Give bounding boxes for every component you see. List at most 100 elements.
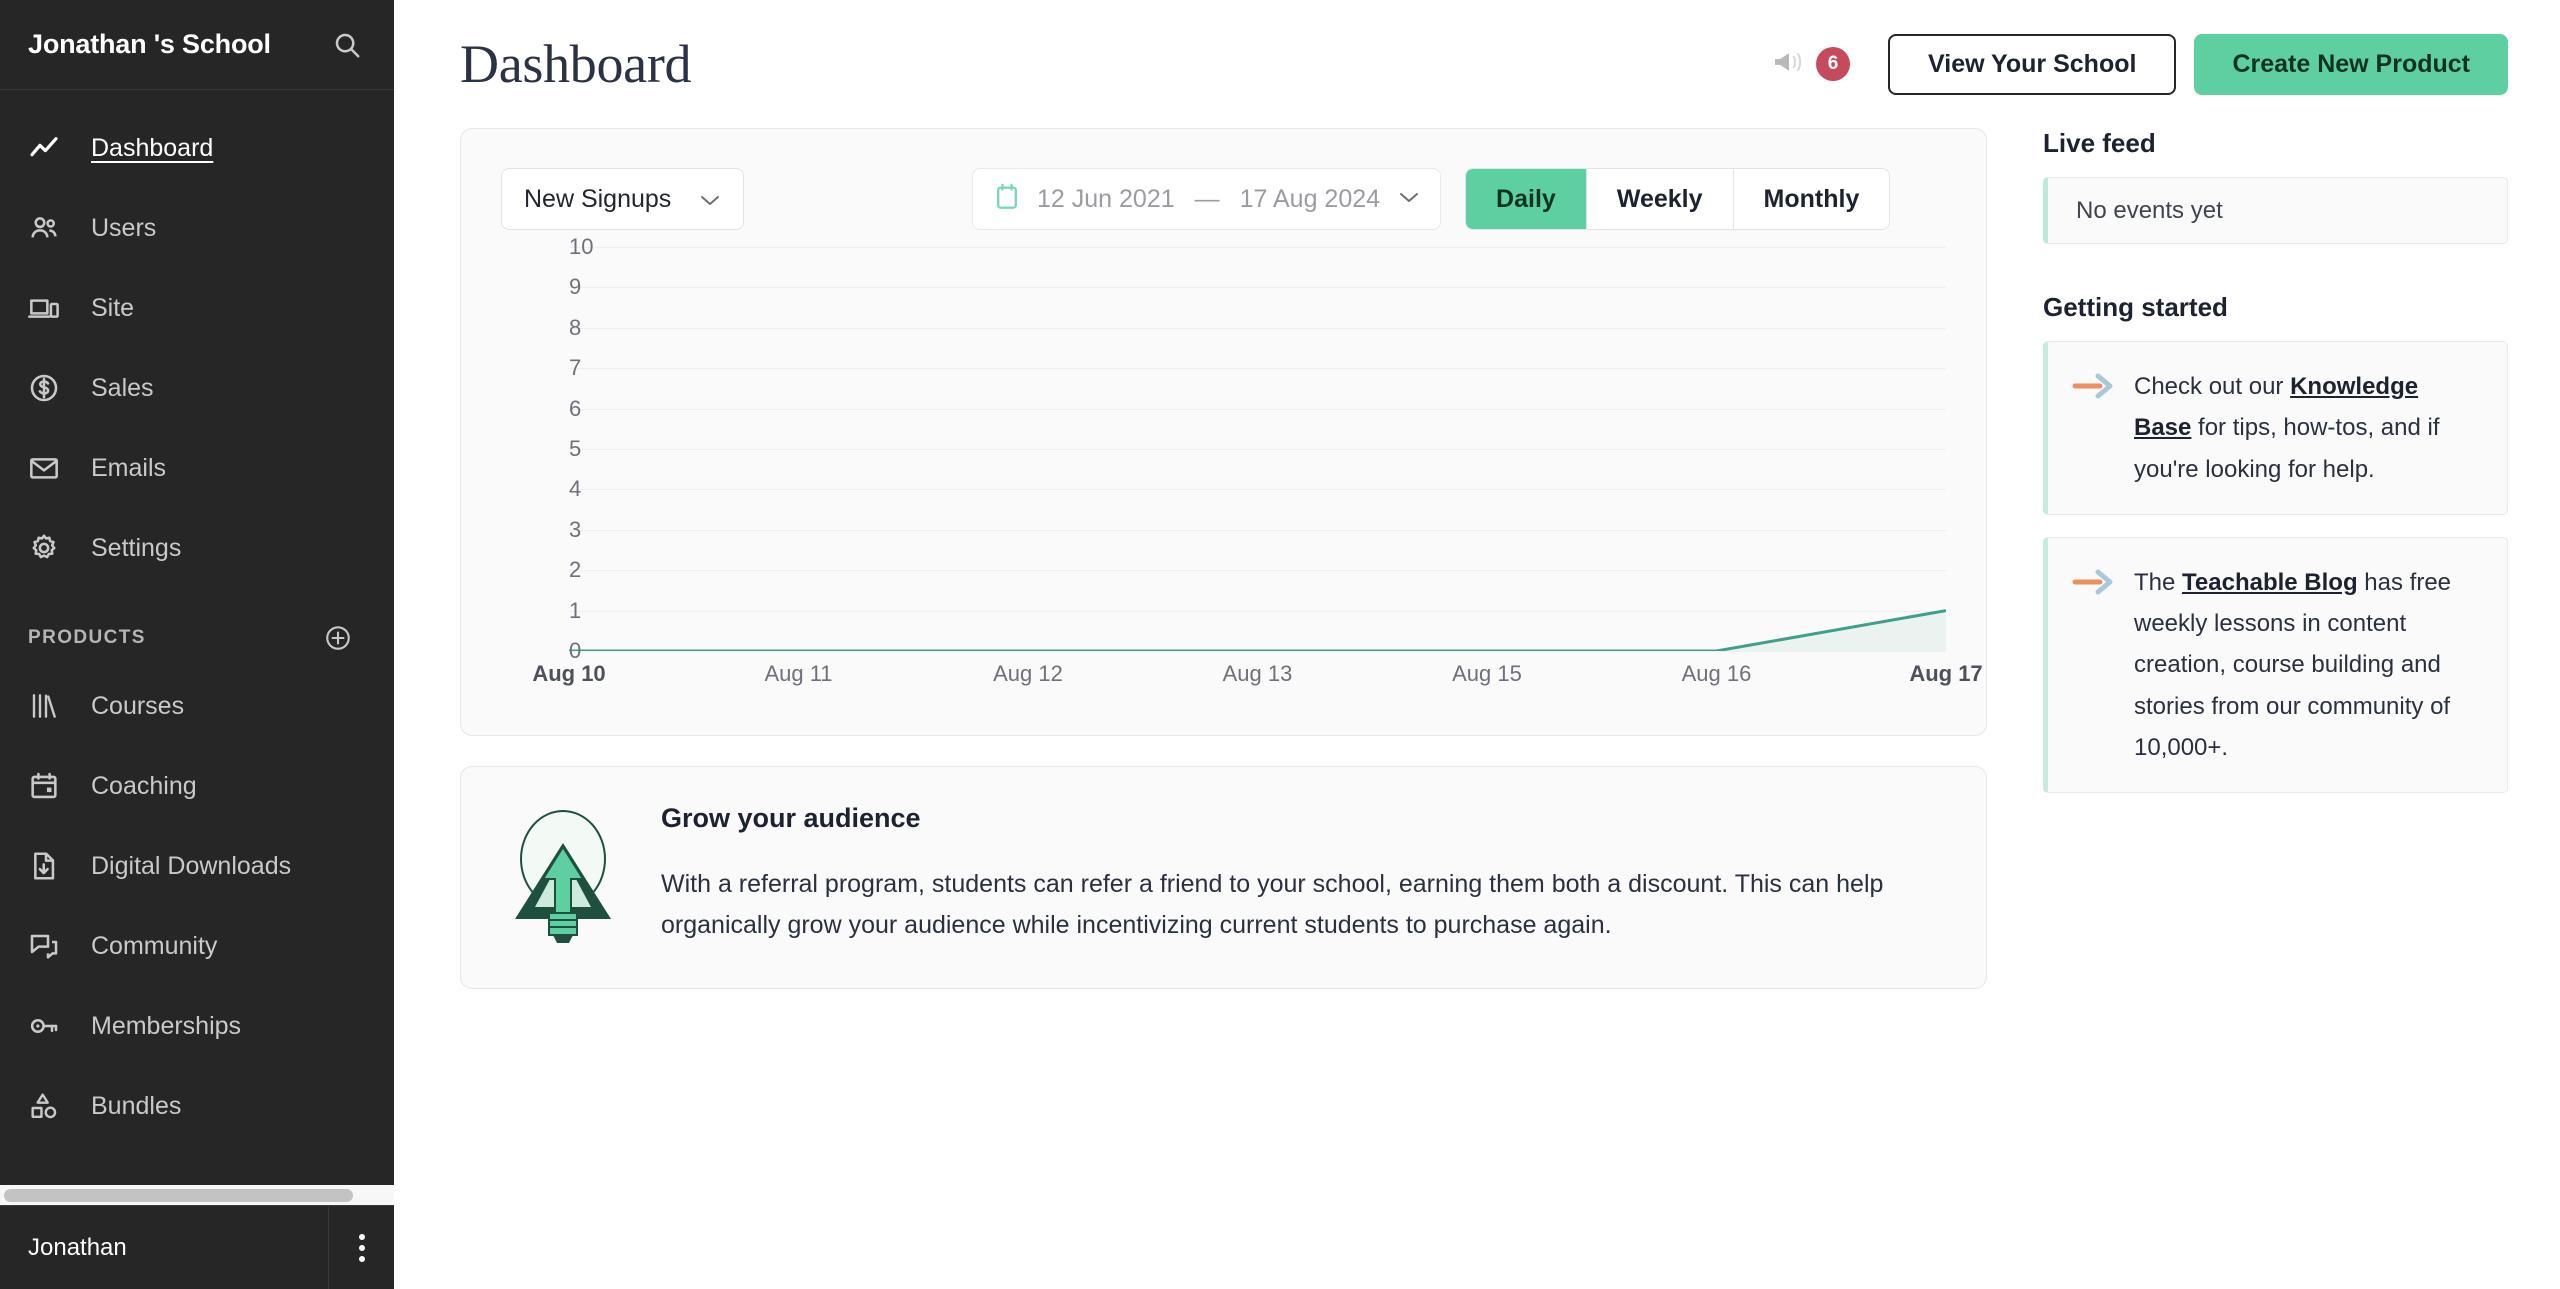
- arrow-right-icon: [2072, 562, 2126, 768]
- teachable-blog-link[interactable]: Teachable Blog: [2182, 569, 2358, 596]
- promo-text-block: Grow your audience With a referral progr…: [661, 803, 1938, 948]
- chevron-down-icon: [1398, 190, 1420, 209]
- getting-started-card-teachable-blog[interactable]: The Teachable Blog has free weekly lesso…: [2043, 536, 2508, 794]
- text-prefix: Check out our: [2134, 373, 2291, 400]
- sidebar-label: Site: [91, 293, 135, 322]
- chart-x-tick-label: Aug 12: [993, 661, 1063, 686]
- promo-heading: Grow your audience: [661, 803, 921, 833]
- sidebar-item-dashboard[interactable]: Dashboard: [0, 108, 394, 188]
- sidebar-label: Courses: [91, 691, 185, 720]
- chart-x-tick-label: Aug 11: [764, 661, 833, 686]
- app-root: Jonathan 's School Dashboard Users Site …: [0, 0, 2560, 1289]
- grow-audience-promo: Grow your audience With a referral progr…: [460, 766, 1987, 989]
- chart-plot-area: [569, 247, 1946, 652]
- chart-x-tick-label: Aug 16: [1681, 661, 1752, 686]
- text-suffix: has free weekly lessons in content creat…: [2134, 568, 2452, 761]
- getting-started-text: Check out our Knowledge Base for tips, h…: [2134, 366, 2477, 490]
- sidebar-item-users[interactable]: Users: [0, 188, 394, 268]
- topbar: Dashboard 6 View Your School Create New …: [394, 0, 2560, 128]
- sidebar-item-coaching[interactable]: Coaching: [0, 746, 394, 826]
- getting-started-text: The Teachable Blog has free weekly lesso…: [2134, 562, 2477, 768]
- getting-started-card-knowledge-base[interactable]: Check out our Knowledge Base for tips, h…: [2043, 341, 2508, 515]
- megaphone-icon[interactable]: [1772, 48, 1806, 81]
- sidebar-label: Settings: [91, 533, 182, 562]
- scrollbar-thumb[interactable]: [4, 1188, 353, 1202]
- granularity-toggle: Daily Weekly Monthly: [1465, 168, 1891, 230]
- books-icon: [28, 686, 72, 726]
- right-column: Live feed No events yet Getting started …: [2043, 128, 2508, 1289]
- school-name: Jonathan 's School: [28, 29, 271, 59]
- date-range-separator: —: [1194, 184, 1220, 213]
- chart-gridline: [569, 651, 1946, 652]
- gear-icon: [28, 528, 72, 568]
- sidebar-scroll-area: Dashboard Users Site Sales Emails Settin…: [0, 90, 394, 1185]
- sidebar-item-memberships[interactable]: Memberships: [0, 986, 394, 1066]
- sidebar: Jonathan 's School Dashboard Users Site …: [0, 0, 394, 1289]
- plus-circle-icon[interactable]: [324, 624, 352, 652]
- page-title: Dashboard: [460, 34, 692, 94]
- chevron-down-icon: [699, 185, 721, 214]
- topbar-actions: 6 View Your School Create New Product: [1772, 33, 2508, 95]
- sidebar-user-bar[interactable]: Jonathan: [0, 1205, 394, 1289]
- sidebar-label: Sales: [91, 373, 154, 402]
- envelope-icon: [28, 448, 72, 488]
- lightbulb-rocket-icon: [507, 803, 625, 948]
- users-icon: [28, 208, 72, 248]
- announcements[interactable]: 6: [1772, 47, 1851, 81]
- getting-started-title: Getting started: [2043, 292, 2228, 322]
- sidebar-item-emails[interactable]: Emails: [0, 428, 394, 508]
- text-prefix: The: [2134, 568, 2183, 596]
- chart-x-tick-label: Aug 13: [1222, 661, 1293, 686]
- content-region: New Signups 12 Jun 2021 — 17 Aug 2024 Da…: [394, 128, 2560, 1289]
- sidebar-header: Jonathan 's School: [0, 0, 394, 90]
- live-feed-empty-state: No events yet: [2043, 177, 2508, 244]
- sidebar-label: Dashboard: [91, 133, 214, 162]
- sidebar-label: Coaching: [91, 771, 197, 800]
- key-icon: [28, 1006, 72, 1046]
- chat-bubbles-icon: [28, 926, 72, 966]
- tab-weekly[interactable]: Weekly: [1587, 169, 1734, 229]
- sidebar-item-bundles[interactable]: Bundles: [0, 1066, 394, 1146]
- left-column: New Signups 12 Jun 2021 — 17 Aug 2024 Da…: [460, 128, 1987, 1289]
- kebab-menu-icon[interactable]: [328, 1205, 394, 1289]
- chart-x-tick-label: Aug 10: [532, 661, 606, 686]
- tab-monthly[interactable]: Monthly: [1734, 169, 1890, 229]
- sidebar-item-site[interactable]: Site: [0, 268, 394, 348]
- sidebar-label: Emails: [91, 453, 167, 482]
- sidebar-horizontal-scrollbar[interactable]: [0, 1185, 394, 1205]
- main-area: Dashboard 6 View Your School Create New …: [394, 0, 2560, 1289]
- promo-body: With a referral program, students can re…: [661, 870, 1884, 939]
- sidebar-user-name: Jonathan: [28, 1233, 127, 1261]
- calendar-icon: [28, 766, 72, 806]
- calendar-icon: [995, 183, 1019, 215]
- sidebar-label: Memberships: [91, 1011, 242, 1040]
- products-section-header: PRODUCTS: [0, 588, 394, 666]
- signups-chart: 0 1 2 3 4 5 6 7 8 9 10: [501, 234, 1946, 663]
- shapes-icon: [28, 1086, 72, 1126]
- chart-controls: New Signups 12 Jun 2021 — 17 Aug 2024 Da…: [501, 165, 1946, 233]
- sidebar-label: Digital Downloads: [91, 851, 292, 880]
- view-your-school-button[interactable]: View Your School: [1888, 33, 2177, 95]
- sidebar-label: Users: [91, 213, 157, 242]
- date-range-picker[interactable]: 12 Jun 2021 — 17 Aug 2024: [972, 168, 1442, 230]
- announcement-count-badge: 6: [1816, 47, 1851, 81]
- sidebar-item-courses[interactable]: Courses: [0, 666, 394, 746]
- arrow-right-icon: [2072, 366, 2126, 490]
- dollar-circle-icon: [28, 368, 72, 408]
- devices-icon: [28, 288, 72, 328]
- sidebar-item-settings[interactable]: Settings: [0, 508, 394, 588]
- products-section-title: PRODUCTS: [28, 627, 146, 648]
- sidebar-label: Community: [91, 931, 218, 960]
- create-new-product-button[interactable]: Create New Product: [2194, 33, 2508, 95]
- sidebar-item-digital-downloads[interactable]: Digital Downloads: [0, 826, 394, 906]
- search-icon[interactable]: [330, 28, 364, 62]
- sidebar-item-community[interactable]: Community: [0, 906, 394, 986]
- date-range-start: 12 Jun 2021: [1037, 184, 1175, 213]
- sidebar-item-sales[interactable]: Sales: [0, 348, 394, 428]
- analytics-chart-card: New Signups 12 Jun 2021 — 17 Aug 2024 Da…: [460, 128, 1987, 736]
- sidebar-label: Bundles: [91, 1091, 182, 1120]
- metric-select[interactable]: New Signups: [501, 168, 744, 230]
- chart-x-axis: Aug 10 Aug 11 Aug 12 Aug 13 Aug 15 Aug 16 Aug …: [532, 661, 1982, 707]
- tab-daily[interactable]: Daily: [1466, 169, 1587, 229]
